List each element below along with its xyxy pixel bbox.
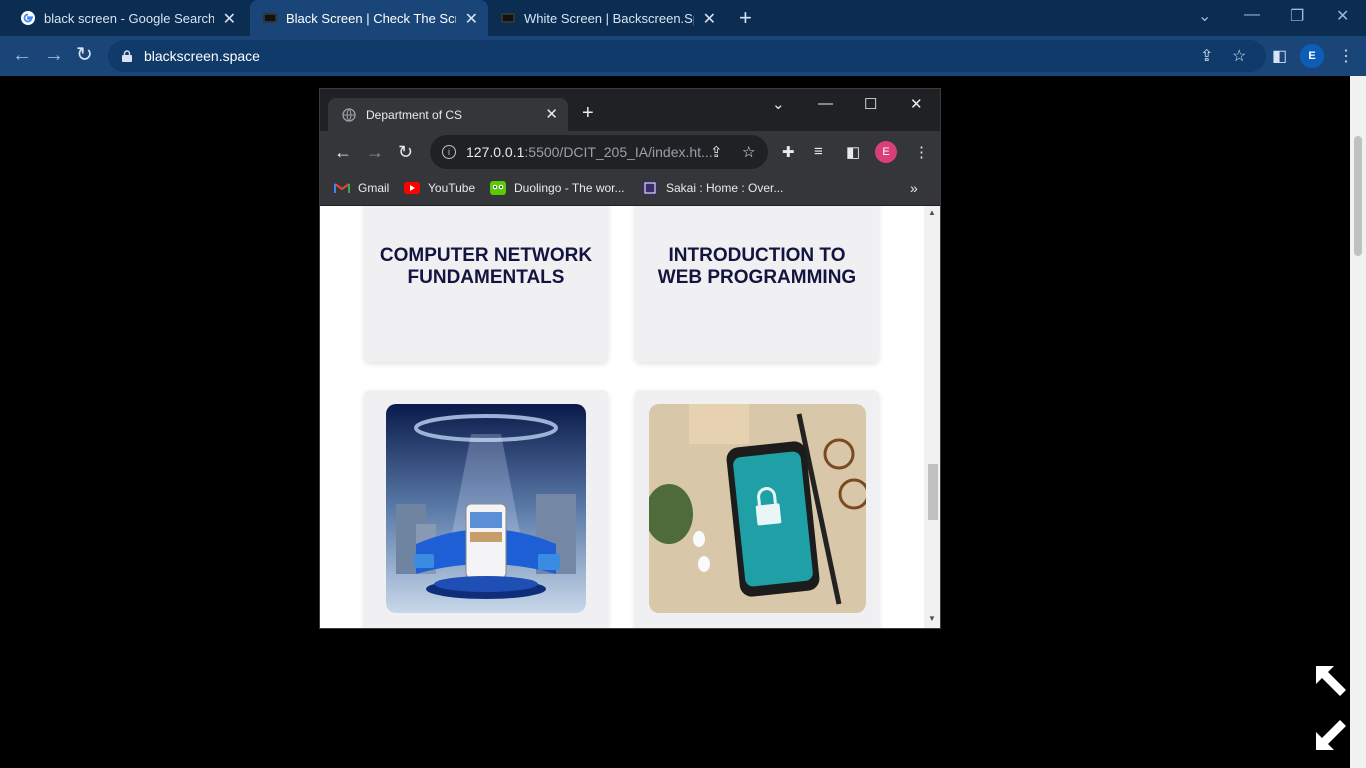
minimize-icon[interactable]: — bbox=[818, 95, 833, 112]
outer-tab-whitescreen[interactable]: White Screen | Backscreen.Space ✕ bbox=[488, 0, 726, 36]
course-title-line: COMPUTER NETWORK bbox=[379, 245, 593, 266]
window-close-icon[interactable]: ✕ bbox=[910, 95, 923, 113]
page-content: COMPUTER NETWORK FUNDAMENTALS INTRODUCTI… bbox=[320, 206, 924, 628]
address-path: :5500/DCIT_205_IA/index.ht... bbox=[524, 144, 713, 160]
outer-tab-title: black screen - Google Search bbox=[44, 10, 214, 26]
bookmark-star-icon[interactable]: ☆ bbox=[742, 143, 755, 161]
back-arrow-icon[interactable]: ← bbox=[12, 45, 32, 65]
outer-toolbar: ← → ↻ blackscreen.space ⇪ ☆ ◧ ⋮ bbox=[0, 36, 1366, 76]
reload-icon[interactable]: ↻ bbox=[76, 45, 93, 65]
outer-address-text: blackscreen.space bbox=[144, 48, 260, 64]
more-bookmarks-icon[interactable]: » bbox=[910, 180, 918, 196]
sakai-icon bbox=[643, 181, 657, 195]
outer-scrollbar-thumb[interactable] bbox=[1354, 136, 1362, 256]
outer-tab-blackscreen[interactable]: Black Screen | Check The Screen ✕ bbox=[250, 0, 488, 36]
course-title-line: INTRODUCTION TO bbox=[668, 245, 846, 266]
inner-scrollbar[interactable]: ▲ ▼ bbox=[924, 206, 940, 628]
outer-profile-avatar[interactable]: E bbox=[1300, 44, 1324, 68]
bookmark-star-icon[interactable]: ☆ bbox=[1232, 46, 1246, 66]
bookmarks-bar: Gmail YouTube Duolingo - The wor... Saka… bbox=[320, 175, 940, 206]
resize-arrow-down-left-icon[interactable] bbox=[1312, 716, 1350, 754]
maximize-icon[interactable]: ☐ bbox=[864, 95, 877, 113]
scroll-down-arrow-icon[interactable]: ▼ bbox=[928, 614, 936, 623]
inner-browser-window: Department of CS ✕ + ⌄ — ☐ ✕ ← → ↻ i 127… bbox=[319, 88, 941, 629]
youtube-icon bbox=[404, 182, 420, 194]
tab-search-chevron-icon[interactable]: ⌄ bbox=[772, 95, 785, 113]
new-tab-icon[interactable]: + bbox=[582, 102, 594, 125]
course-card-network[interactable]: COMPUTER NETWORK FUNDAMENTALS bbox=[364, 206, 608, 362]
course-title-line: WEB PROGRAMMING bbox=[657, 267, 857, 288]
share-icon[interactable]: ⇪ bbox=[1200, 46, 1213, 66]
close-icon[interactable]: ✕ bbox=[703, 9, 716, 29]
inner-tab-department[interactable]: Department of CS ✕ bbox=[328, 98, 568, 131]
bookmark-label: Gmail bbox=[358, 181, 390, 195]
outer-tab-title: Black Screen | Check The Screen bbox=[286, 10, 456, 26]
site-info-icon[interactable]: i bbox=[442, 145, 456, 159]
bookmark-duolingo[interactable]: Duolingo - The wor... bbox=[490, 181, 625, 195]
course-title-line: FUNDAMENTALS bbox=[407, 267, 565, 288]
bookmark-youtube[interactable]: YouTube bbox=[404, 181, 475, 195]
outer-tab-strip: black screen - Google Search ✕ Black Scr… bbox=[0, 0, 1366, 36]
address-host: 127.0.0.1 bbox=[466, 144, 525, 160]
reload-icon[interactable]: ↻ bbox=[398, 143, 413, 161]
menu-kebab-icon[interactable]: ⋮ bbox=[1338, 46, 1354, 66]
google-g-icon bbox=[21, 11, 35, 25]
gmail-icon bbox=[334, 183, 350, 193]
inner-tab-strip: Department of CS ✕ + ⌄ — ☐ ✕ bbox=[320, 89, 940, 131]
minimize-icon[interactable]: — bbox=[1244, 6, 1260, 24]
new-tab-icon[interactable]: + bbox=[739, 5, 752, 31]
duolingo-icon bbox=[490, 181, 506, 195]
outer-scrollbar[interactable] bbox=[1350, 76, 1366, 768]
inner-tab-title: Department of CS bbox=[366, 107, 463, 122]
side-panel-icon[interactable]: ◧ bbox=[846, 143, 860, 161]
window-close-icon[interactable]: ✕ bbox=[1336, 6, 1349, 26]
back-arrow-icon[interactable]: ← bbox=[334, 143, 352, 161]
menu-kebab-icon[interactable]: ⋮ bbox=[914, 143, 929, 161]
close-icon[interactable]: ✕ bbox=[545, 105, 558, 123]
media-queue-icon[interactable]: ≡ bbox=[814, 143, 823, 160]
restore-icon[interactable]: ❐ bbox=[1290, 6, 1304, 26]
blackscreen-favicon bbox=[501, 13, 515, 23]
inner-toolbar: ← → ↻ i 127.0.0.1:5500/DCIT_205_IA/index… bbox=[320, 131, 940, 175]
inner-scrollbar-thumb[interactable] bbox=[928, 464, 938, 520]
extensions-puzzle-icon[interactable]: ✚ bbox=[782, 143, 795, 161]
close-icon[interactable]: ✕ bbox=[223, 9, 236, 29]
phone-security-lock-image bbox=[649, 404, 866, 613]
bookmark-label: Sakai : Home : Over... bbox=[666, 181, 784, 195]
resize-arrow-up-left-icon[interactable] bbox=[1312, 662, 1350, 700]
bookmark-label: YouTube bbox=[428, 181, 476, 195]
lock-icon bbox=[122, 50, 132, 62]
tab-search-chevron-icon[interactable]: ⌄ bbox=[1198, 6, 1211, 26]
globe-icon bbox=[342, 107, 356, 122]
close-icon[interactable]: ✕ bbox=[465, 9, 478, 29]
share-icon[interactable]: ⇪ bbox=[710, 143, 723, 161]
bookmark-sakai[interactable]: Sakai : Home : Over... bbox=[642, 181, 783, 195]
outer-tab-google-search[interactable]: black screen - Google Search ✕ bbox=[8, 0, 246, 36]
side-panel-icon[interactable]: ◧ bbox=[1272, 46, 1287, 66]
outer-tab-title: White Screen | Backscreen.Space bbox=[524, 10, 694, 26]
bookmark-label: Duolingo - The wor... bbox=[514, 181, 625, 195]
mobile-app-stage-image bbox=[386, 404, 586, 613]
forward-arrow-icon[interactable]: → bbox=[44, 45, 64, 65]
forward-arrow-icon[interactable]: → bbox=[366, 143, 384, 161]
bookmark-gmail[interactable]: Gmail bbox=[334, 181, 389, 195]
course-card-web[interactable]: INTRODUCTION TO WEB PROGRAMMING bbox=[635, 206, 879, 362]
course-card-image-app[interactable] bbox=[364, 390, 608, 628]
blackscreen-favicon bbox=[263, 13, 277, 23]
outer-address-bar[interactable]: blackscreen.space bbox=[108, 40, 1266, 72]
scroll-up-arrow-icon[interactable]: ▲ bbox=[928, 208, 936, 217]
inner-profile-avatar[interactable]: E bbox=[875, 141, 897, 163]
course-card-image-security[interactable] bbox=[635, 390, 879, 628]
